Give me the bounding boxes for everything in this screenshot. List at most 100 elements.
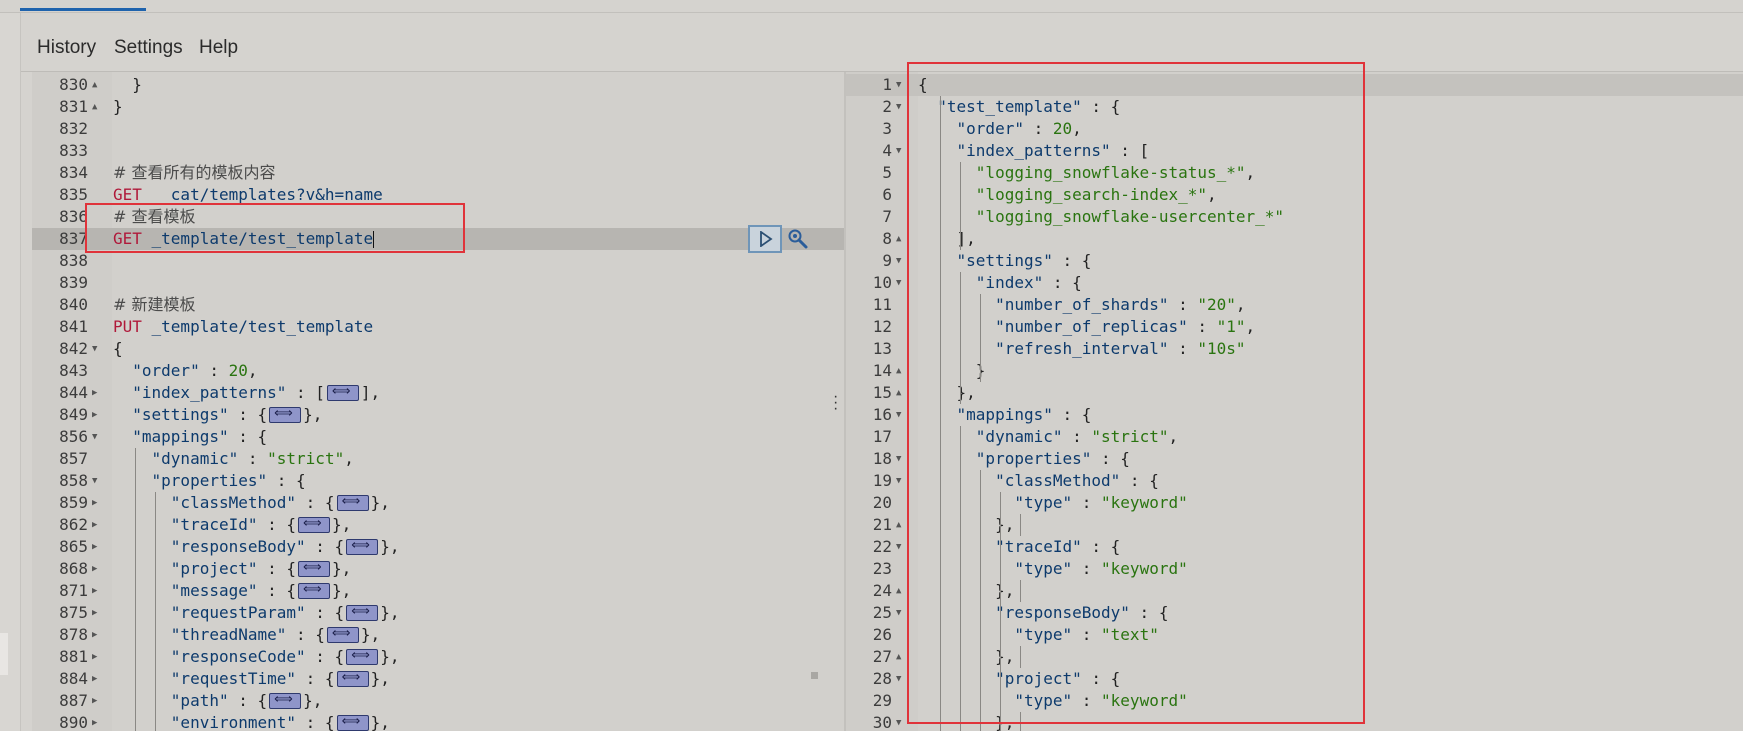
- request-line[interactable]: 859▶ "classMethod" : {},: [32, 491, 844, 514]
- fold-down-icon[interactable]: ▼: [896, 96, 901, 118]
- collapsed-object-icon[interactable]: [336, 667, 369, 689]
- sidebar-handle[interactable]: [0, 633, 8, 675]
- token-key: "message": [170, 581, 258, 600]
- request-line[interactable]: 871▶ "message" : {},: [32, 579, 844, 602]
- fold-right-icon[interactable]: ▶: [92, 404, 97, 426]
- token-pun: [113, 625, 171, 644]
- request-line[interactable]: 843 "order" : 20,: [32, 360, 844, 382]
- request-editor[interactable]: 830 ▲ } 831 ▲} 832 833 834 # 查看所有的模板内容 835 GET _c…: [32, 72, 844, 731]
- line-number: 9: [882, 251, 892, 270]
- line-number: 836: [59, 207, 88, 226]
- request-line[interactable]: 842 ▼ {: [32, 338, 844, 360]
- menu-settings[interactable]: Settings: [114, 37, 183, 59]
- fold-right-icon[interactable]: ▶: [92, 712, 97, 731]
- collapsed-object-icon[interactable]: [336, 711, 369, 731]
- request-line[interactable]: 887▶ "path" : {},: [32, 689, 844, 712]
- request-line[interactable]: 868▶ "project" : {},: [32, 557, 844, 580]
- request-line[interactable]: 840 # 新建模板: [32, 294, 844, 316]
- fold-up-icon[interactable]: ▲: [896, 228, 901, 250]
- request-line[interactable]: 841 PUT _template/test_template: [32, 316, 844, 338]
- fold-down-icon[interactable]: ▼: [896, 712, 901, 731]
- collapsed-object-icon[interactable]: [346, 645, 379, 667]
- menu-help[interactable]: Help: [199, 37, 238, 59]
- request-line[interactable]: 844▶ "index_patterns" : [],: [32, 381, 844, 404]
- request-line[interactable]: 838: [32, 250, 844, 272]
- token-key: "order": [132, 361, 200, 380]
- request-line[interactable]: 878▶ "threadName" : {},: [32, 623, 844, 646]
- fold-up-icon[interactable]: ▲: [896, 360, 901, 382]
- request-line[interactable]: 839: [32, 272, 844, 294]
- fold-right-icon[interactable]: ▶: [92, 690, 97, 712]
- collapsed-object-icon[interactable]: [326, 381, 359, 403]
- fold-up-icon[interactable]: ▲: [896, 382, 901, 404]
- collapsed-object-icon[interactable]: [346, 601, 379, 623]
- request-line[interactable]: 862▶ "traceId" : {},: [32, 513, 844, 536]
- fold-down-icon[interactable]: ▼: [896, 250, 901, 272]
- request-line[interactable]: 831 ▲}: [32, 96, 844, 118]
- fold-up-icon[interactable]: ▲: [896, 580, 901, 602]
- token-pun: [113, 537, 171, 556]
- token-comment: # 新建模板: [113, 295, 196, 314]
- collapsed-object-icon[interactable]: [269, 689, 302, 711]
- request-line[interactable]: 830 ▲ }: [32, 74, 844, 96]
- collapsed-object-icon[interactable]: [298, 579, 331, 601]
- fold-up-icon[interactable]: ▲: [92, 96, 97, 118]
- fold-down-icon[interactable]: ▼: [92, 338, 97, 360]
- fold-down-icon[interactable]: ▼: [896, 272, 901, 294]
- collapsed-object-icon[interactable]: [336, 491, 369, 513]
- collapsed-object-icon[interactable]: [346, 535, 379, 557]
- fold-up-icon[interactable]: ▲: [896, 514, 901, 536]
- request-line[interactable]: 849▶ "settings" : {},: [32, 403, 844, 426]
- fold-right-icon[interactable]: ▶: [92, 514, 97, 536]
- line-number: 841: [59, 317, 88, 336]
- token-key: "requestTime": [170, 669, 297, 688]
- request-line[interactable]: 858 ▼ "properties" : {: [32, 470, 844, 492]
- request-line[interactable]: 856 ▼ "mappings" : {: [32, 426, 844, 448]
- collapsed-object-icon[interactable]: [269, 403, 302, 425]
- fold-down-icon[interactable]: ▼: [896, 470, 901, 492]
- collapsed-object-icon[interactable]: [298, 557, 331, 579]
- request-line[interactable]: 875▶ "requestParam" : {},: [32, 601, 844, 624]
- fold-right-icon[interactable]: ▶: [92, 536, 97, 558]
- fold-down-icon[interactable]: ▼: [92, 470, 97, 492]
- request-line[interactable]: 865▶ "responseBody" : {},: [32, 535, 844, 558]
- run-request-button[interactable]: [748, 225, 782, 253]
- fold-right-icon[interactable]: ▶: [92, 580, 97, 602]
- fold-right-icon[interactable]: ▶: [92, 382, 97, 404]
- fold-up-icon[interactable]: ▲: [896, 646, 901, 668]
- fold-right-icon[interactable]: ▶: [92, 602, 97, 624]
- request-line[interactable]: 881▶ "responseCode" : {},: [32, 645, 844, 668]
- fold-down-icon[interactable]: ▼: [92, 426, 97, 448]
- token-pun: },: [332, 559, 352, 578]
- fold-down-icon[interactable]: ▼: [896, 140, 901, 162]
- fold-right-icon[interactable]: ▶: [92, 668, 97, 690]
- collapsed-object-icon[interactable]: [298, 513, 331, 535]
- fold-right-icon[interactable]: ▶: [92, 558, 97, 580]
- fold-down-icon[interactable]: ▼: [896, 74, 901, 96]
- fold-down-icon[interactable]: ▼: [896, 602, 901, 624]
- line-number: 839: [59, 273, 88, 292]
- collapsed-object-icon[interactable]: [326, 623, 359, 645]
- fold-right-icon[interactable]: ▶: [92, 492, 97, 514]
- menu-history[interactable]: History: [37, 37, 96, 59]
- fold-down-icon[interactable]: ▼: [896, 536, 901, 558]
- fold-right-icon[interactable]: ▶: [92, 624, 97, 646]
- request-line[interactable]: 832: [32, 118, 844, 140]
- token-key: "traceId": [170, 515, 258, 534]
- fold-down-icon[interactable]: ▼: [896, 448, 901, 470]
- token-pun: },: [303, 405, 323, 424]
- fold-down-icon[interactable]: ▼: [896, 668, 901, 690]
- request-line[interactable]: 857 "dynamic" : "strict",: [32, 448, 844, 470]
- fold-up-icon[interactable]: ▲: [92, 74, 97, 96]
- request-line[interactable]: 884▶ "requestTime" : {},: [32, 667, 844, 690]
- active-tab-indicator: [20, 8, 146, 11]
- request-line[interactable]: 890▶ "environment" : {},: [32, 711, 844, 731]
- fold-down-icon[interactable]: ▼: [896, 404, 901, 426]
- code-text: "project" : {},: [113, 557, 352, 580]
- fold-right-icon[interactable]: ▶: [92, 646, 97, 668]
- wrench-icon[interactable]: [787, 228, 809, 250]
- code-text: }: [113, 96, 123, 118]
- request-line[interactable]: 834 # 查看所有的模板内容: [32, 162, 844, 184]
- resize-handle-icon[interactable]: · · ·: [833, 389, 838, 417]
- request-line[interactable]: 833: [32, 140, 844, 162]
